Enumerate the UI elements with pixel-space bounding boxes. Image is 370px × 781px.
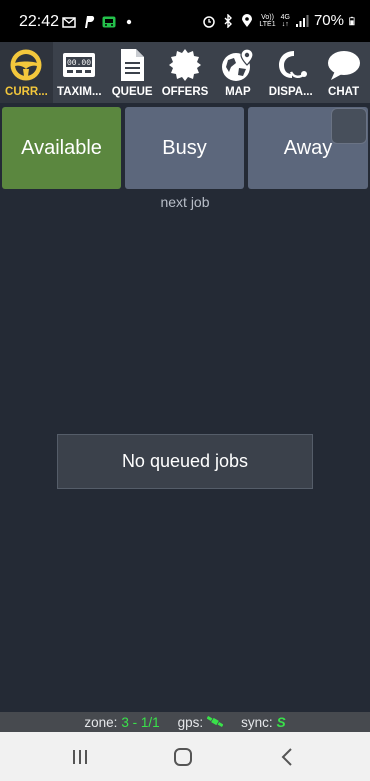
zone-label: zone: — [84, 714, 118, 730]
gps-label: gps: — [177, 714, 204, 730]
back-icon — [281, 748, 292, 766]
tab-chat[interactable]: CHAT — [317, 42, 370, 103]
recent-apps-icon — [73, 750, 87, 764]
empty-queue-message: No queued jobs — [57, 434, 313, 489]
available-button[interactable]: Available — [2, 107, 121, 189]
globe-pin-icon — [221, 48, 254, 81]
sync-status: sync: S — [241, 715, 286, 730]
tab-label: CURR... — [5, 86, 48, 98]
availability-selector: Available Busy Away — [0, 106, 370, 191]
battery-icon — [349, 16, 355, 25]
tab-label: CHAT — [328, 86, 360, 98]
volte-indicator: Vo)) LTE1 — [259, 13, 276, 28]
tab-taximeter[interactable]: 00.00 TAXIM... — [53, 42, 106, 103]
gps-status: gps: — [178, 715, 224, 730]
system-status-bar: 22:42 Vo)) LTE1 4G ↓↑ 70% — [0, 0, 370, 42]
sync-value: S — [276, 714, 286, 730]
connection-status-bar: zone: 3 - 1/1 gps: sync: S — [0, 712, 370, 732]
steering-wheel-icon — [10, 49, 42, 81]
tab-queue[interactable]: QUEUE — [106, 42, 159, 103]
tab-dispatch[interactable]: DISPA... — [264, 42, 317, 103]
next-job-label: next job — [160, 194, 210, 210]
mail-icon — [62, 17, 76, 28]
document-icon — [121, 49, 145, 81]
tab-current[interactable]: CURR... — [0, 42, 53, 103]
network-type-indicator: 4G ↓↑ — [280, 13, 290, 28]
tab-map[interactable]: MAP — [211, 42, 264, 103]
chat-bubble-icon — [327, 51, 360, 80]
location-icon — [242, 13, 253, 27]
system-navigation-bar — [0, 732, 370, 781]
tab-label: QUEUE — [111, 86, 153, 98]
back-button[interactable] — [267, 742, 307, 772]
overlay-toggle-button[interactable] — [331, 108, 367, 144]
main-tab-bar: CURR... 00.00 TAXIM... QUEUE OFFERS MAP … — [0, 42, 370, 103]
system-icons: Vo)) LTE1 4G ↓↑ 70% — [202, 12, 358, 29]
recent-apps-button[interactable] — [60, 742, 100, 772]
tab-label: DISPA... — [268, 86, 313, 98]
sync-label: sync: — [241, 714, 273, 730]
clock-time: 22:42 — [19, 13, 60, 30]
headset-icon — [278, 51, 307, 78]
signal-icon — [295, 14, 309, 27]
badge-icon — [169, 49, 201, 81]
battery-percent: 70% — [313, 12, 344, 29]
taxi-app-icon — [102, 16, 116, 28]
taximeter-icon: 00.00 — [63, 53, 96, 77]
home-icon — [174, 748, 192, 766]
home-button[interactable] — [163, 742, 203, 772]
alarm-icon — [203, 15, 216, 28]
notification-icons — [62, 13, 136, 31]
busy-button[interactable]: Busy — [125, 107, 244, 189]
zone-value: 3 - 1/1 — [121, 714, 160, 730]
tab-label: OFFERS — [161, 86, 209, 98]
bluetooth-icon — [224, 13, 233, 28]
tab-offers[interactable]: OFFERS — [159, 42, 212, 103]
paypal-icon — [85, 16, 95, 28]
tab-label: TAXIM... — [57, 86, 102, 98]
tab-label: MAP — [225, 86, 251, 98]
satellite-icon — [207, 716, 224, 728]
zone-status: zone: 3 - 1/1 — [84, 715, 159, 730]
dot-icon — [126, 19, 132, 25]
svg-text:00.00: 00.00 — [67, 59, 91, 68]
